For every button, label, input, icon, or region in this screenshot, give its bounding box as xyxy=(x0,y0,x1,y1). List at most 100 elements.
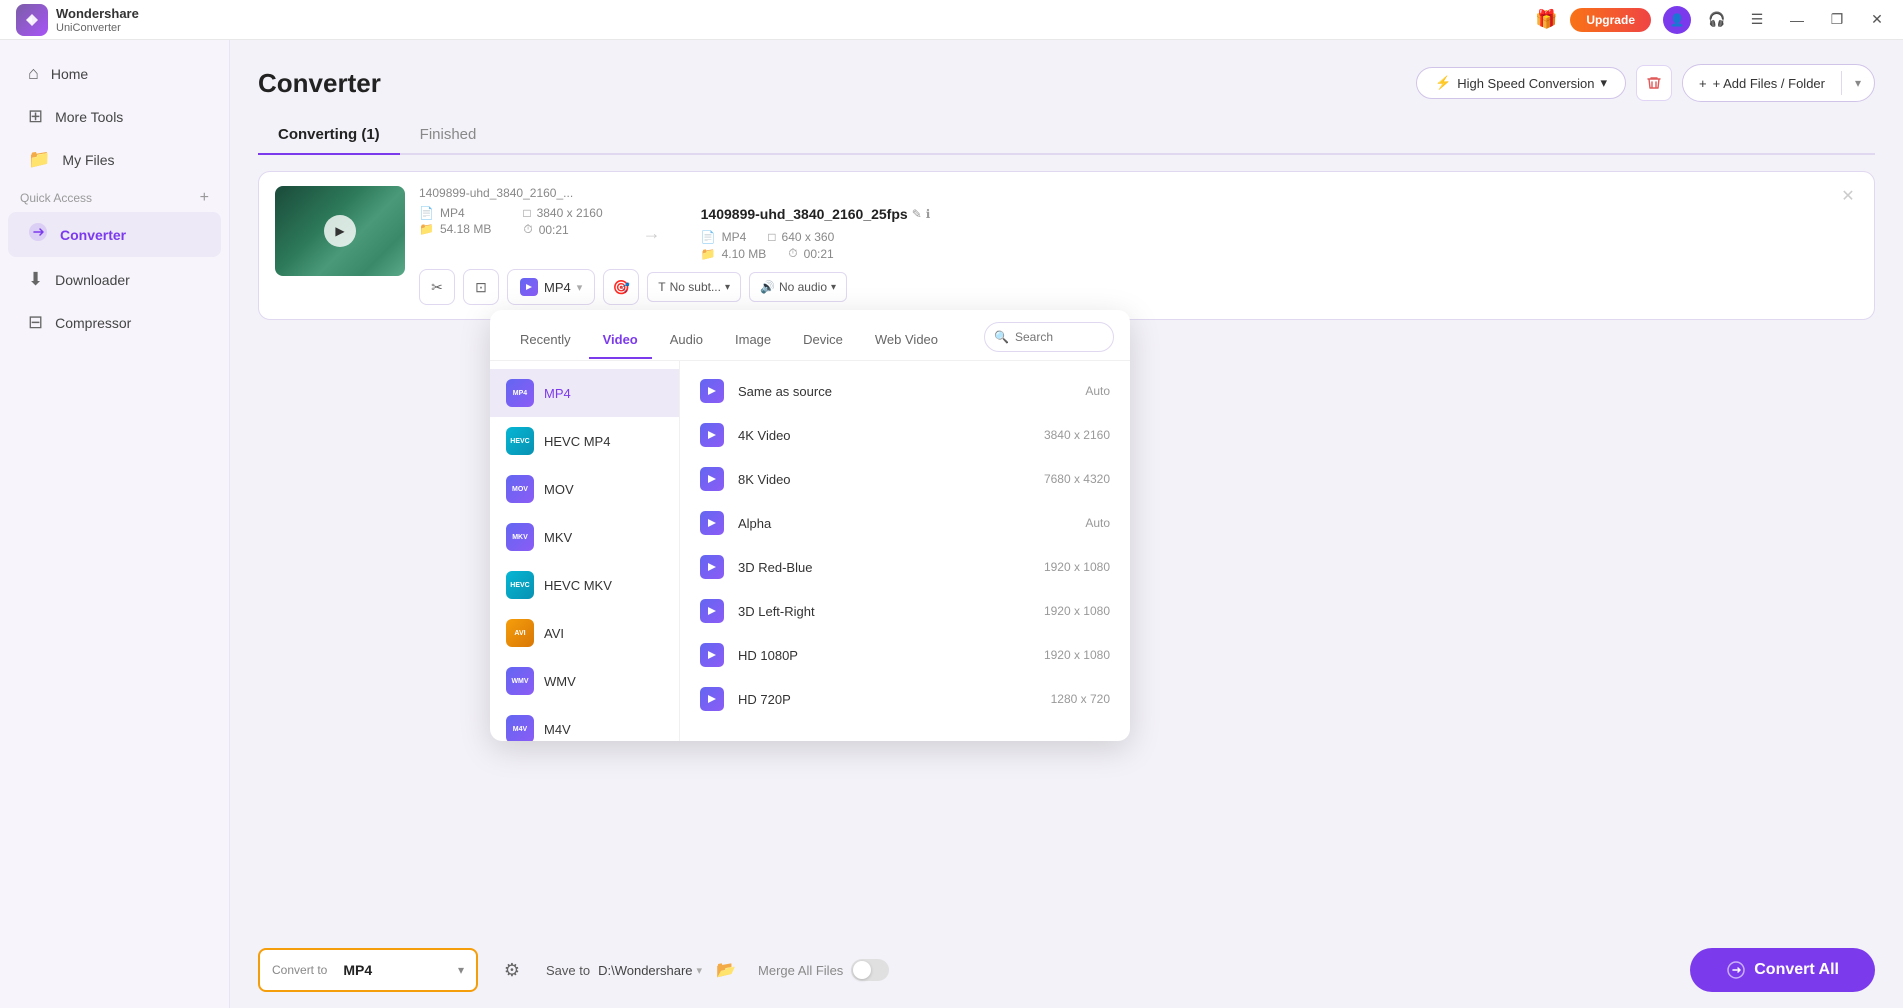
format-list-item-mp4[interactable]: MP4 MP4 xyxy=(490,369,679,417)
convert-to-select[interactable]: Convert to MP4 ▾ xyxy=(258,948,478,992)
format-option-hd-1080p[interactable]: HD 1080P 1920 x 1080 xyxy=(680,633,1130,677)
format-option-resolution-3d-red-blue: 1920 x 1080 xyxy=(1044,560,1110,574)
save-path-value: D:\Wondershare xyxy=(598,963,692,978)
home-icon: ⌂ xyxy=(28,63,39,84)
sidebar-item-more-tools[interactable]: ⊞ More Tools xyxy=(8,96,221,137)
sidebar-item-downloader[interactable]: ⬇ Downloader xyxy=(8,259,221,300)
format-option-icon-4k-video xyxy=(700,423,724,447)
file-item: ▶ 1409899-uhd_3840_2160_... 📄 MP4 📁 xyxy=(258,171,1875,320)
format-tab-image[interactable]: Image xyxy=(721,324,785,359)
convert-all-label: Convert All xyxy=(1754,961,1839,979)
avatar-button[interactable]: 👤 xyxy=(1663,6,1691,34)
compressor-icon: ⊟ xyxy=(28,312,43,333)
logo-icon xyxy=(16,4,48,36)
sidebar-item-compressor[interactable]: ⊟ Compressor xyxy=(8,302,221,343)
target-format-icon: 📄 xyxy=(701,230,716,244)
format-label-mov: MOV xyxy=(544,482,574,497)
format-option-3d-red-blue[interactable]: 3D Red-Blue 1920 x 1080 xyxy=(680,545,1130,589)
format-list-item-wmv[interactable]: WMV WMV xyxy=(490,657,679,705)
convert-all-button[interactable]: Convert All xyxy=(1690,948,1875,992)
converter-tabs: Converting (1) Finished xyxy=(258,118,1875,155)
clear-all-button[interactable] xyxy=(1636,65,1672,101)
format-option-4k-video[interactable]: 4K Video 3840 x 2160 xyxy=(680,413,1130,457)
format-option-hd-720p[interactable]: HD 720P 1280 x 720 xyxy=(680,677,1130,721)
format-option-8k-video[interactable]: 8K Video 7680 x 4320 xyxy=(680,457,1130,501)
target-resolution-icon: □ xyxy=(768,230,775,244)
format-list-item-mov[interactable]: MOV MOV xyxy=(490,465,679,513)
format-option-icon-hd-1080p xyxy=(700,643,724,667)
info-button[interactable]: ℹ xyxy=(926,207,931,221)
format-tab-video[interactable]: Video xyxy=(589,324,652,359)
gift-button[interactable]: 🎁 xyxy=(1530,4,1562,36)
restore-button[interactable]: ❐ xyxy=(1819,4,1855,36)
format-tab-recently[interactable]: Recently xyxy=(506,324,585,359)
high-speed-button[interactable]: ⚡ High Speed Conversion ▾ xyxy=(1416,67,1626,99)
format-option-name-3d-left-right: 3D Left-Right xyxy=(738,604,1030,619)
sidebar-item-my-files[interactable]: 📁 My Files xyxy=(8,139,221,180)
upgrade-button[interactable]: Upgrade xyxy=(1570,8,1651,32)
format-label-avi: AVI xyxy=(544,626,564,641)
tab-converting[interactable]: Converting (1) xyxy=(258,118,400,155)
scissors-button[interactable]: ✂ xyxy=(419,269,455,305)
format-select-button[interactable]: MP4 ▾ xyxy=(507,269,595,305)
audio-button[interactable]: 🔊 No audio ▾ xyxy=(749,272,847,302)
format-option-same-as-source[interactable]: Same as source Auto xyxy=(680,369,1130,413)
clock-icon: ⏱ xyxy=(523,222,532,237)
close-button[interactable]: ✕ xyxy=(1859,4,1895,36)
format-search-input[interactable] xyxy=(984,322,1114,352)
format-option-alpha[interactable]: Alpha Auto xyxy=(680,501,1130,545)
source-format-row: 📄 MP4 xyxy=(419,206,491,220)
headset-button[interactable]: 🎧 xyxy=(1699,4,1735,36)
format-list-item-hevc-mkv[interactable]: HEVC HEVC MKV xyxy=(490,561,679,609)
format-list-item-hevc-mp4[interactable]: HEVC HEVC MP4 xyxy=(490,417,679,465)
format-tab-device[interactable]: Device xyxy=(789,324,857,359)
target-size: 4.10 MB xyxy=(722,247,767,261)
format-list: MP4 MP4 HEVC HEVC MP4 MOV MOV MKV MKV HE… xyxy=(490,361,680,741)
merge-toggle[interactable] xyxy=(851,959,889,981)
crop-button[interactable]: ⊡ xyxy=(463,269,499,305)
format-select-chevron-icon: ▾ xyxy=(577,281,583,294)
format-option-icon-hd-720p xyxy=(700,687,724,711)
toggle-thumb xyxy=(853,961,871,979)
play-button[interactable]: ▶ xyxy=(324,215,356,247)
format-tab-audio[interactable]: Audio xyxy=(656,324,717,359)
add-files-dropdown-button[interactable]: ▾ xyxy=(1842,65,1874,101)
convert-to-value: MP4 xyxy=(343,962,372,978)
subtitle-icon: T xyxy=(658,280,665,294)
settings-button[interactable]: ⚙ xyxy=(494,952,530,988)
target-info: 1409899-uhd_3840_2160_25fps ✎ ℹ 📄 MP4 □ … xyxy=(701,206,931,261)
format-list-item-avi[interactable]: AVI AVI xyxy=(490,609,679,657)
save-path-chevron-icon: ▾ xyxy=(697,964,703,977)
sidebar-item-converter-label: Converter xyxy=(60,227,126,243)
sidebar-item-converter[interactable]: Converter xyxy=(8,212,221,257)
folder-button[interactable]: 📂 xyxy=(710,954,742,986)
quick-access-add-button[interactable]: + xyxy=(200,189,209,207)
format-dropdown-tabs: Recently Video Audio Image Device Web Vi… xyxy=(490,310,1130,361)
target-settings-button[interactable]: 🎯 xyxy=(603,269,639,305)
add-files-group: + + Add Files / Folder ▾ xyxy=(1682,64,1875,102)
format-option-3d-left-right[interactable]: 3D Left-Right 1920 x 1080 xyxy=(680,589,1130,633)
edit-filename-button[interactable]: ✎ xyxy=(912,207,922,221)
sidebar-item-compressor-label: Compressor xyxy=(55,315,131,331)
format-icon-mkv: MKV xyxy=(506,523,534,551)
format-label-hevc-mp4: HEVC MP4 xyxy=(544,434,610,449)
format-list-item-m4v[interactable]: M4V M4V xyxy=(490,705,679,741)
format-list-item-mkv[interactable]: MKV MKV xyxy=(490,513,679,561)
file-thumbnail[interactable]: ▶ xyxy=(275,186,405,276)
target-filename-text: 1409899-uhd_3840_2160_25fps xyxy=(701,206,908,222)
format-icon-avi: AVI xyxy=(506,619,534,647)
subtitle-button[interactable]: T No subt... ▾ xyxy=(647,272,741,302)
format-option-icon-same-as-source xyxy=(700,379,724,403)
save-path[interactable]: D:\Wondershare ▾ xyxy=(598,963,702,978)
add-files-button[interactable]: + + Add Files / Folder xyxy=(1683,69,1841,98)
tab-finished[interactable]: Finished xyxy=(400,118,497,155)
sidebar-item-home[interactable]: ⌂ Home xyxy=(8,53,221,94)
format-option-resolution-hd-1080p: 1920 x 1080 xyxy=(1044,648,1110,662)
format-tab-web-video[interactable]: Web Video xyxy=(861,324,952,359)
minimize-button[interactable]: — xyxy=(1779,4,1815,36)
downloader-icon: ⬇ xyxy=(28,269,43,290)
delete-file-button[interactable]: ✕ xyxy=(1834,182,1862,210)
format-option-name-alpha: Alpha xyxy=(738,516,1071,531)
chevron-down-icon: ▾ xyxy=(1601,75,1608,91)
hamburger-button[interactable]: ☰ xyxy=(1739,4,1775,36)
